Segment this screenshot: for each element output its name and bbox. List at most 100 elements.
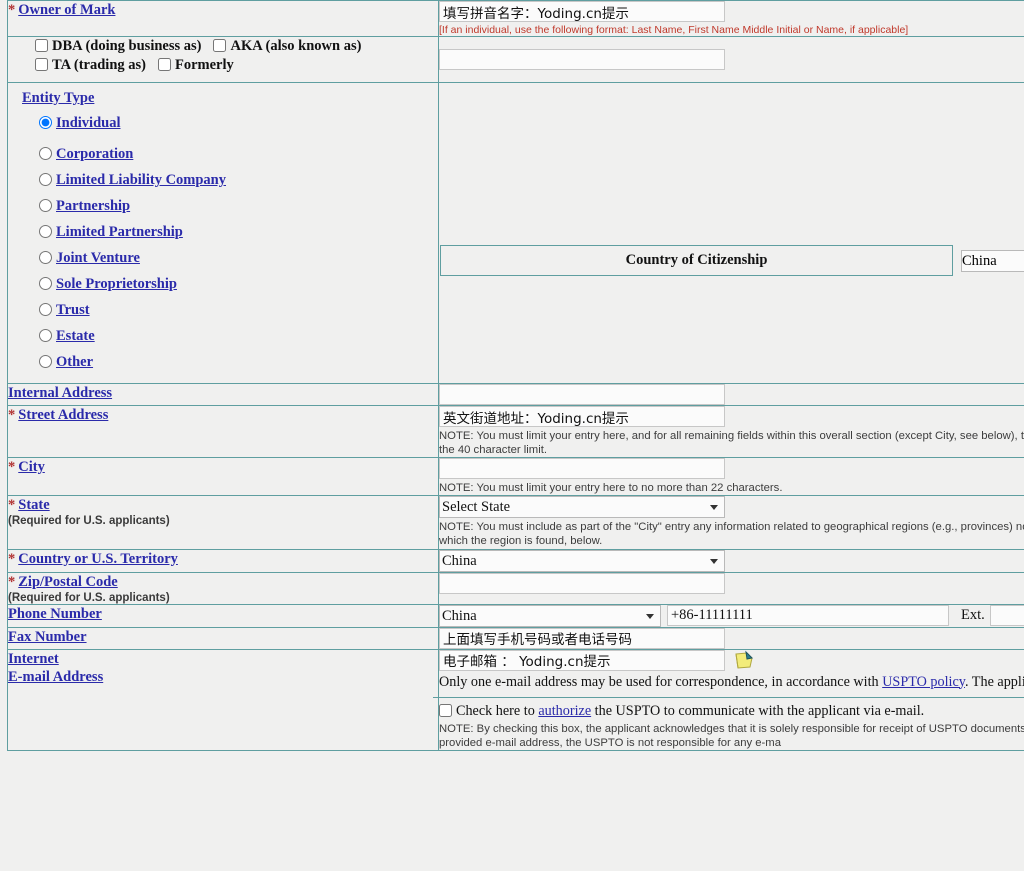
- entity-radio-individual[interactable]: [39, 115, 52, 129]
- email-field-cell: Only one e-mail address may be used for …: [433, 648, 1024, 751]
- entity-option-individual[interactable]: Individual: [22, 112, 438, 141]
- email-authorize-note: NOTE: By checking this box, the applican…: [439, 722, 1024, 749]
- fax-label-cell: Fax Number: [7, 626, 439, 650]
- phone-number-input[interactable]: [667, 605, 949, 627]
- entity-radio-other[interactable]: [39, 354, 52, 368]
- entity-radio-partnership[interactable]: [39, 198, 52, 212]
- entity-option-other[interactable]: Other: [22, 349, 438, 375]
- entity-radio-corporation[interactable]: [39, 146, 52, 160]
- city-input[interactable]: [439, 458, 725, 480]
- email-policy-prefix: Only one e-mail address may be used for …: [439, 673, 883, 690]
- alias-row-2: TA (trading as) Formerly: [35, 56, 438, 75]
- entity-radio-estate[interactable]: [39, 328, 52, 342]
- internal-address-input[interactable]: [439, 384, 725, 405]
- email-policy-line: Only one e-mail address may be used for …: [439, 674, 1024, 691]
- phone-label-cell: Phone Number: [7, 603, 439, 628]
- fax-field-cell: [438, 626, 1024, 650]
- owner-name-input[interactable]: [439, 1, 725, 22]
- entity-option-trust[interactable]: Trust: [22, 297, 438, 323]
- city-field-cell: NOTE: You must limit your entry here to …: [438, 457, 1024, 497]
- fax-number-input[interactable]: [439, 627, 725, 649]
- internet-email-link-line2[interactable]: E-mail Address: [8, 669, 103, 685]
- entity-option-corporation[interactable]: Corporation: [22, 141, 438, 167]
- required-asterisk: *: [8, 2, 16, 18]
- authorize-email-checkbox[interactable]: [439, 703, 452, 717]
- entity-label-limited-partnership[interactable]: Limited Partnership: [56, 224, 183, 240]
- phone-country-select[interactable]: China: [439, 604, 661, 627]
- formerly-checkbox[interactable]: [158, 58, 171, 72]
- phone-number-link[interactable]: Phone Number: [8, 606, 102, 622]
- entity-option-sole-proprietorship[interactable]: Sole Proprietorship: [22, 271, 438, 297]
- entity-type-link[interactable]: Entity Type: [22, 90, 94, 106]
- uspto-policy-link[interactable]: USPTO policy: [882, 674, 965, 690]
- email-label-cell: Internet E-mail Address: [7, 648, 439, 751]
- entity-label-individual[interactable]: Individual: [56, 115, 121, 131]
- authorize-prefix: Check here to: [456, 702, 539, 719]
- street-address-label-cell: * Street Address: [7, 404, 439, 459]
- country-of-citizenship-table: Country of Citizenship China: [440, 245, 1024, 276]
- entity-label-joint-venture[interactable]: Joint Venture: [56, 250, 140, 266]
- zip-input[interactable]: [439, 572, 725, 594]
- entity-label-partnership[interactable]: Partnership: [56, 198, 130, 214]
- email-authorize-line: Check here to authorize the USPTO to com…: [439, 703, 1024, 720]
- row-phone: Phone Number China Ext.: [7, 603, 1024, 628]
- aka-label: AKA (also known as): [230, 38, 362, 54]
- entity-radio-sole-proprietorship[interactable]: [39, 276, 52, 290]
- entity-radio-joint-venture[interactable]: [39, 250, 52, 264]
- email-divider: [433, 696, 1024, 698]
- formerly-label: Formerly: [175, 57, 234, 73]
- entity-label-trust[interactable]: Trust: [56, 302, 90, 318]
- required-asterisk: *: [8, 550, 16, 567]
- internal-address-field-cell: [438, 383, 1024, 406]
- entity-radio-llc[interactable]: [39, 172, 52, 186]
- sticky-note-icon[interactable]: [733, 650, 755, 670]
- country-of-citizenship-header: Country of Citizenship: [440, 245, 953, 276]
- entity-label-llc[interactable]: Limited Liability Company: [56, 172, 226, 188]
- street-address-input[interactable]: [439, 406, 725, 427]
- entity-radio-limited-partnership[interactable]: [39, 224, 52, 238]
- zip-label-cell: * Zip/Postal Code (Required for U.S. appl…: [7, 571, 439, 605]
- authorize-suffix: the USPTO to communicate with the applic…: [591, 702, 925, 719]
- ta-checkbox[interactable]: [35, 58, 48, 72]
- entity-option-limited-liability-company[interactable]: Limited Liability Company: [22, 167, 438, 193]
- entity-label-sole-proprietorship[interactable]: Sole Proprietorship: [56, 276, 177, 292]
- entity-radio-trust[interactable]: [39, 302, 52, 316]
- zip-link[interactable]: Zip/Postal Code: [18, 574, 118, 590]
- entity-option-limited-partnership[interactable]: Limited Partnership: [22, 219, 438, 245]
- entity-label-corporation[interactable]: Corporation: [56, 146, 133, 162]
- owner-of-mark-link[interactable]: Owner of Mark: [18, 2, 115, 18]
- entity-label-estate[interactable]: Estate: [56, 328, 95, 344]
- city-note: NOTE: You must limit your entry here to …: [439, 482, 783, 495]
- fax-number-link[interactable]: Fax Number: [8, 629, 87, 645]
- entity-option-joint-venture[interactable]: Joint Venture: [22, 245, 438, 271]
- email-policy-suffix: . The applic: [964, 673, 1024, 690]
- country-selectwrap: China: [439, 549, 725, 572]
- entity-type-label-cell: Entity Type Individual Corporation Limit…: [7, 82, 439, 384]
- country-of-citizenship-select[interactable]: China: [961, 249, 1024, 272]
- city-link[interactable]: City: [18, 459, 45, 475]
- internal-address-link[interactable]: Internal Address: [8, 385, 112, 401]
- street-address-note: NOTE: You must limit your entry here, an…: [439, 430, 1024, 457]
- country-of-citizenship-selectwrap: China: [961, 249, 1024, 272]
- country-link[interactable]: Country or U.S. Territory: [18, 551, 178, 567]
- authorize-link[interactable]: authorize: [538, 703, 591, 719]
- entity-option-partnership[interactable]: Partnership: [22, 193, 438, 219]
- aka-checkbox[interactable]: [213, 39, 227, 53]
- street-address-link[interactable]: Street Address: [18, 407, 108, 423]
- country-select[interactable]: China: [439, 549, 725, 572]
- row-entity-type: Entity Type Individual Corporation Limit…: [7, 82, 1024, 384]
- city-label-cell: * City: [7, 457, 439, 497]
- internet-email-link-line1[interactable]: Internet: [8, 651, 59, 667]
- entity-label-other[interactable]: Other: [56, 354, 93, 370]
- phone-field-cell: China Ext.: [438, 603, 1024, 628]
- email-input[interactable]: [439, 649, 725, 671]
- row-email: Internet E-mail Address Only one e-mail …: [7, 648, 1024, 751]
- ext-input[interactable]: [989, 605, 1024, 627]
- alias-name-input[interactable]: [439, 49, 725, 70]
- state-select[interactable]: Select State: [439, 496, 725, 519]
- alias-row-1: DBA (doing business as) AKA (also known a…: [35, 37, 438, 56]
- entity-option-estate[interactable]: Estate: [22, 323, 438, 349]
- dba-checkbox[interactable]: [35, 39, 48, 53]
- row-alias-checkboxes: DBA (doing business as) AKA (also known a…: [7, 36, 1024, 83]
- state-link[interactable]: State: [18, 497, 49, 513]
